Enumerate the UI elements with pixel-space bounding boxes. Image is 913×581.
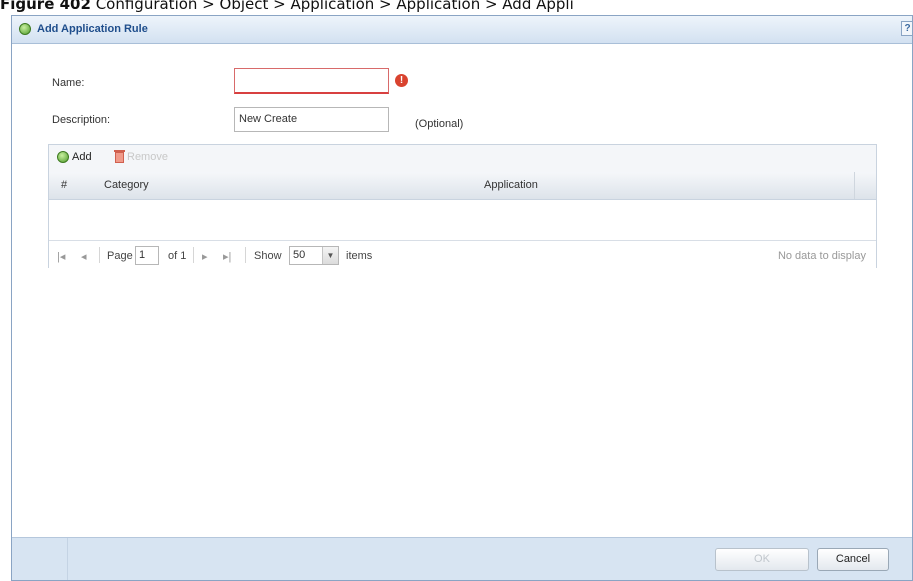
empty-table-message: No data to display	[777, 250, 866, 262]
chevron-down-icon[interactable]: ▼	[322, 247, 338, 264]
page-total-label: of 1	[168, 250, 187, 262]
dialog-titlebar: Add Application Rule ?	[12, 16, 912, 44]
add-button[interactable]: Add	[57, 151, 92, 163]
application-table: Add Remove # Category Application |◂ ◂ P…	[48, 144, 877, 269]
add-button-label: Add	[72, 151, 92, 163]
column-header-application[interactable]: Application	[484, 179, 538, 191]
page-label: Page	[107, 250, 133, 262]
pagination-bar: |◂ ◂ Page 1 of 1 ▸ ▸| Show 50 ▼ items No…	[49, 240, 876, 269]
footer-divider	[67, 538, 68, 580]
optional-note: (Optional)	[415, 118, 464, 130]
name-input[interactable]	[234, 68, 389, 94]
column-header-index[interactable]: #	[61, 179, 67, 191]
page-number-input[interactable]: 1	[135, 246, 159, 265]
add-application-rule-dialog: Add Application Rule ? Name: ! Descripti…	[11, 15, 913, 581]
description-label: Description:	[52, 114, 111, 126]
figure-caption-prefix: Figure 402	[0, 0, 91, 13]
page-size-value: 50	[293, 249, 306, 261]
add-icon	[57, 151, 69, 163]
ok-button[interactable]: OK	[715, 548, 809, 571]
trash-icon	[114, 149, 125, 163]
figure-caption-path: Configuration > Object > Application > A…	[90, 0, 574, 13]
page-size-select[interactable]: 50 ▼	[289, 246, 339, 265]
help-button[interactable]: ?	[901, 21, 912, 36]
name-label: Name:	[52, 77, 85, 89]
dialog-title: Add Application Rule	[37, 23, 148, 35]
table-header: # Category Application	[49, 172, 876, 200]
next-page-icon[interactable]: ▸	[202, 250, 208, 263]
error-icon: !	[395, 74, 408, 87]
table-toolbar: Add Remove	[49, 145, 876, 173]
column-divider	[854, 172, 855, 199]
prev-page-icon[interactable]: ◂	[81, 250, 87, 263]
column-header-category[interactable]: Category	[104, 179, 149, 191]
items-label: items	[346, 250, 373, 262]
last-page-icon[interactable]: ▸|	[223, 250, 231, 263]
remove-button-label: Remove	[127, 151, 168, 163]
pager-separator	[193, 247, 194, 263]
remove-button[interactable]: Remove	[114, 149, 168, 163]
first-page-icon[interactable]: |◂	[57, 250, 65, 263]
show-label: Show	[254, 250, 282, 262]
pager-separator	[99, 247, 100, 263]
pager-separator	[245, 247, 246, 263]
dialog-footer: OK Cancel	[12, 537, 912, 580]
cancel-button[interactable]: Cancel	[817, 548, 889, 571]
rule-add-icon	[19, 23, 31, 35]
description-input[interactable]: New Create	[234, 107, 389, 132]
figure-caption: Figure 402 Configuration > Object > Appl…	[0, 0, 913, 15]
